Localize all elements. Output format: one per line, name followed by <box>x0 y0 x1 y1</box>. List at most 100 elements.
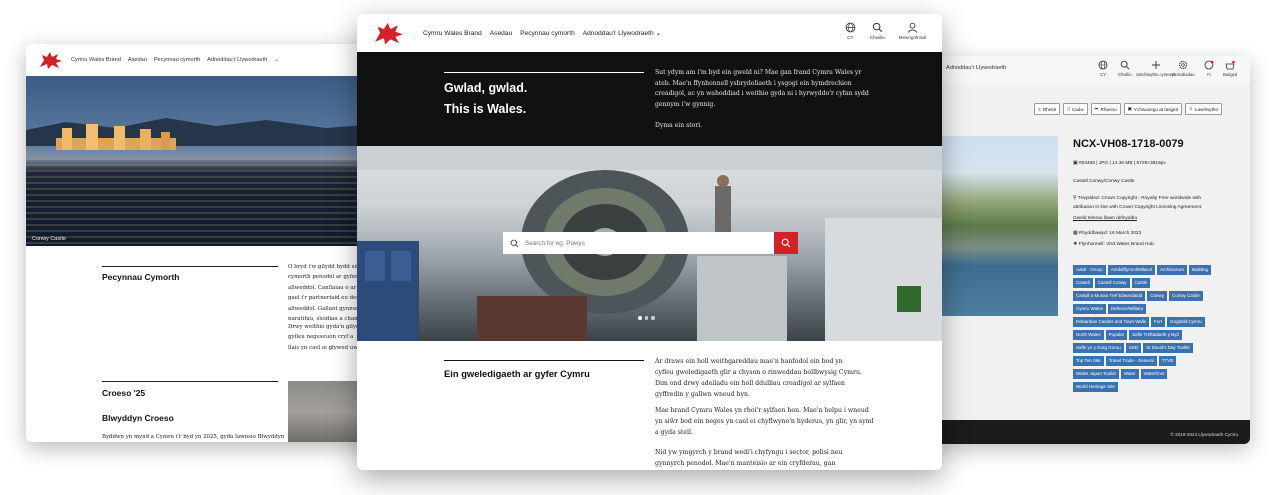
asset-tags: Adult - Group Amddiffynnol/Milwrol Archite… <box>1073 265 1213 392</box>
carousel-dots <box>638 316 655 320</box>
meta-value: Ffynhonnell: Visit Wales Brand Hub <box>1078 242 1154 247</box>
language-button[interactable]: CY <box>845 22 856 40</box>
search-icon <box>503 232 525 254</box>
nav-link-toolkits[interactable]: Pecynnau cymorth <box>520 30 575 37</box>
tag-chip[interactable]: Architecture <box>1156 265 1187 275</box>
asset-actions: ≡ Rhestr ▯ Cadw ➦ Rhannu ▣ Ychwanegu at fasg… <box>1034 103 1222 115</box>
tag-chip[interactable]: Conwy <box>1147 291 1168 301</box>
tag-chip[interactable]: Gogledd Cymru <box>1167 317 1205 327</box>
share-button[interactable]: ➦ Rhannu <box>1090 103 1121 115</box>
download-button[interactable]: ⇩ Lawrlwytho <box>1185 103 1222 115</box>
bookmark-icon: ▯ <box>1067 106 1070 111</box>
body-line: gynnyrch penodol. Mae'n manteisio ar ein… <box>655 459 836 467</box>
asset-meta-license-2: attribution in line with Crown Copyright… <box>1073 205 1203 210</box>
hero-intro: Gwlad, gwlad. This is Wales. Sut ydym am… <box>357 52 942 146</box>
search-submit-button[interactable] <box>774 232 798 254</box>
vision-title: Ein gweledigaeth ar gyfer Cymru <box>444 368 590 379</box>
hero-divider <box>444 72 644 73</box>
action-label: Rhestr <box>1042 106 1057 112</box>
tag-chip[interactable]: Castle <box>1131 278 1151 288</box>
body-line: Dim ond drwy adeiladu ein holl ddulliau … <box>655 379 845 387</box>
hero-line: gennym i'w gynnig. <box>655 101 716 109</box>
carousel-dot[interactable] <box>638 316 642 320</box>
tag-chip[interactable]: Defence/Military <box>1107 304 1147 314</box>
body-line: gyffredin y gallwn wneud hyn. <box>655 390 750 398</box>
tag-chip[interactable]: North Wales <box>1073 330 1104 340</box>
nav-link-brand[interactable]: Cymru Wales Brand <box>423 30 482 37</box>
tag-chip[interactable]: Building <box>1188 265 1211 275</box>
tag-chip[interactable]: SDD <box>1125 343 1142 353</box>
dragon-logo-icon[interactable] <box>371 19 407 47</box>
carousel-dot[interactable] <box>651 316 655 320</box>
tag-chip[interactable]: Safle yn y Gorg Goruu <box>1073 343 1124 353</box>
basket-icon: ▣ <box>1127 106 1132 111</box>
search-bar <box>503 232 798 254</box>
croeso-body: Byddwn yn mynd a Cymru i'r byd yn 2025, … <box>102 434 285 440</box>
icon-label: CY <box>847 35 854 40</box>
tag-chip[interactable]: St David's Day Toolkit <box>1143 343 1193 353</box>
upload-button[interactable]: Uwchlwytho cynnwys <box>1136 60 1176 77</box>
tag-chip[interactable]: World Heritage Site <box>1073 382 1118 392</box>
license-terms-link[interactable]: Gweld telerau llawn defnyddio <box>1073 216 1137 221</box>
search-input[interactable] <box>525 239 774 247</box>
tag-chip[interactable]: Travel Trade - General <box>1105 356 1157 366</box>
chevron-down-icon: ⌄ <box>655 30 662 37</box>
settings-button[interactable]: Gosodiadau <box>1172 60 1195 77</box>
nav-link-assets[interactable]: Asedau <box>490 30 512 37</box>
profile-button[interactable]: Fi <box>1204 60 1214 77</box>
tag-chip[interactable]: Castell Conwy <box>1094 278 1130 288</box>
carousel-dot[interactable] <box>644 316 648 320</box>
tag-chip[interactable]: Amddiffynnol/Milwrol <box>1107 265 1155 275</box>
copyright-text: © 2018-2024 Llywodraeth Cymru <box>1170 432 1238 437</box>
dragon-logo-icon[interactable] <box>38 49 64 71</box>
body-line: a gyda steil. <box>655 428 693 436</box>
tag-chip[interactable]: Edwardian Castles and Town Walls <box>1073 317 1150 327</box>
tag-chip[interactable]: Cymru Wales <box>1073 304 1106 314</box>
globe-icon <box>1098 60 1108 70</box>
login-button[interactable]: Mewngofnodi <box>899 22 926 40</box>
icon-label: Gosodiadau <box>1172 72 1195 77</box>
add-to-basket-button[interactable]: ▣ Ychwanegu at fasged <box>1123 103 1183 115</box>
tag-chip[interactable]: Water <box>1120 369 1139 379</box>
icon-label: Chwilio <box>1118 72 1132 77</box>
tag-chip[interactable]: Adult - Group <box>1073 265 1106 275</box>
tag-chip[interactable]: TTVB <box>1158 356 1177 366</box>
asset-meta-name: Castell Conwy/Conwy Castle <box>1073 179 1135 184</box>
action-label: Rhannu <box>1100 106 1117 112</box>
nav-link-government[interactable]: Adnoddau'r Llywodraeth <box>583 30 654 37</box>
nav-link-government[interactable]: Adnoddau'r Llywodraeth <box>207 57 267 63</box>
asset-preview-image[interactable] <box>936 136 1058 316</box>
nav-link-brand[interactable]: Cymru Wales Brand <box>71 57 121 63</box>
tag-chip[interactable]: Wales Japan Toolkit <box>1073 369 1119 379</box>
tag-chip[interactable]: Popular <box>1105 330 1128 340</box>
meta-value: Rhyddhawyd: 16 March 2023 <box>1078 231 1142 236</box>
vision-paragraph-3: Nid yw ymgyrch y brand wedi'i chyfyngu i… <box>655 448 885 470</box>
search-button[interactable]: Chwilio <box>870 22 885 40</box>
search-button[interactable]: Chwilio <box>1118 60 1132 77</box>
globe-icon <box>845 22 856 33</box>
section-divider <box>444 360 644 361</box>
search-icon <box>1120 60 1130 70</box>
list-button[interactable]: ≡ Rhestr <box>1034 103 1061 115</box>
hero-line: creadigol, ac yn wahoddiad i weithio gyd… <box>655 90 869 98</box>
tag-chip[interactable]: Waterfront <box>1140 369 1168 379</box>
vision-paragraph-1: Ar draws ein holl weithgareddau mae'n ha… <box>655 357 885 401</box>
avatar-icon <box>1204 60 1214 70</box>
tag-chip[interactable]: Conwy Castle <box>1169 291 1203 301</box>
tag-chip[interactable]: Safle Treftadaeth y Byd <box>1129 330 1182 340</box>
tag-chip[interactable]: Castell <box>1073 278 1093 288</box>
nav-link-toolkits[interactable]: Pecynnau cymorth <box>154 57 200 63</box>
section-title-croeso: Croeso '25 <box>102 388 146 398</box>
tag-chip[interactable]: Castyll a Muriau Tref Edwardaidd <box>1073 291 1146 301</box>
body-line: Ar draws ein holl weithgareddau mae'n ha… <box>655 358 843 365</box>
body-line: cyfleu gweledigaeth glir a chyson o rinw… <box>655 368 862 376</box>
basket-icon <box>1225 60 1235 70</box>
save-button[interactable]: ▯ Cadw <box>1063 103 1088 115</box>
tag-chip[interactable]: Top Ten Site <box>1073 356 1104 366</box>
icon-label: Fi <box>1207 72 1211 77</box>
basket-button[interactable]: Basged <box>1223 60 1237 77</box>
language-button[interactable]: CY <box>1098 60 1108 77</box>
tag-chip[interactable]: Fort <box>1151 317 1166 327</box>
nav-link-assets[interactable]: Asedau <box>128 57 147 63</box>
nav-link-government[interactable]: Adnoddau'r Llywodraeth <box>946 65 1006 71</box>
